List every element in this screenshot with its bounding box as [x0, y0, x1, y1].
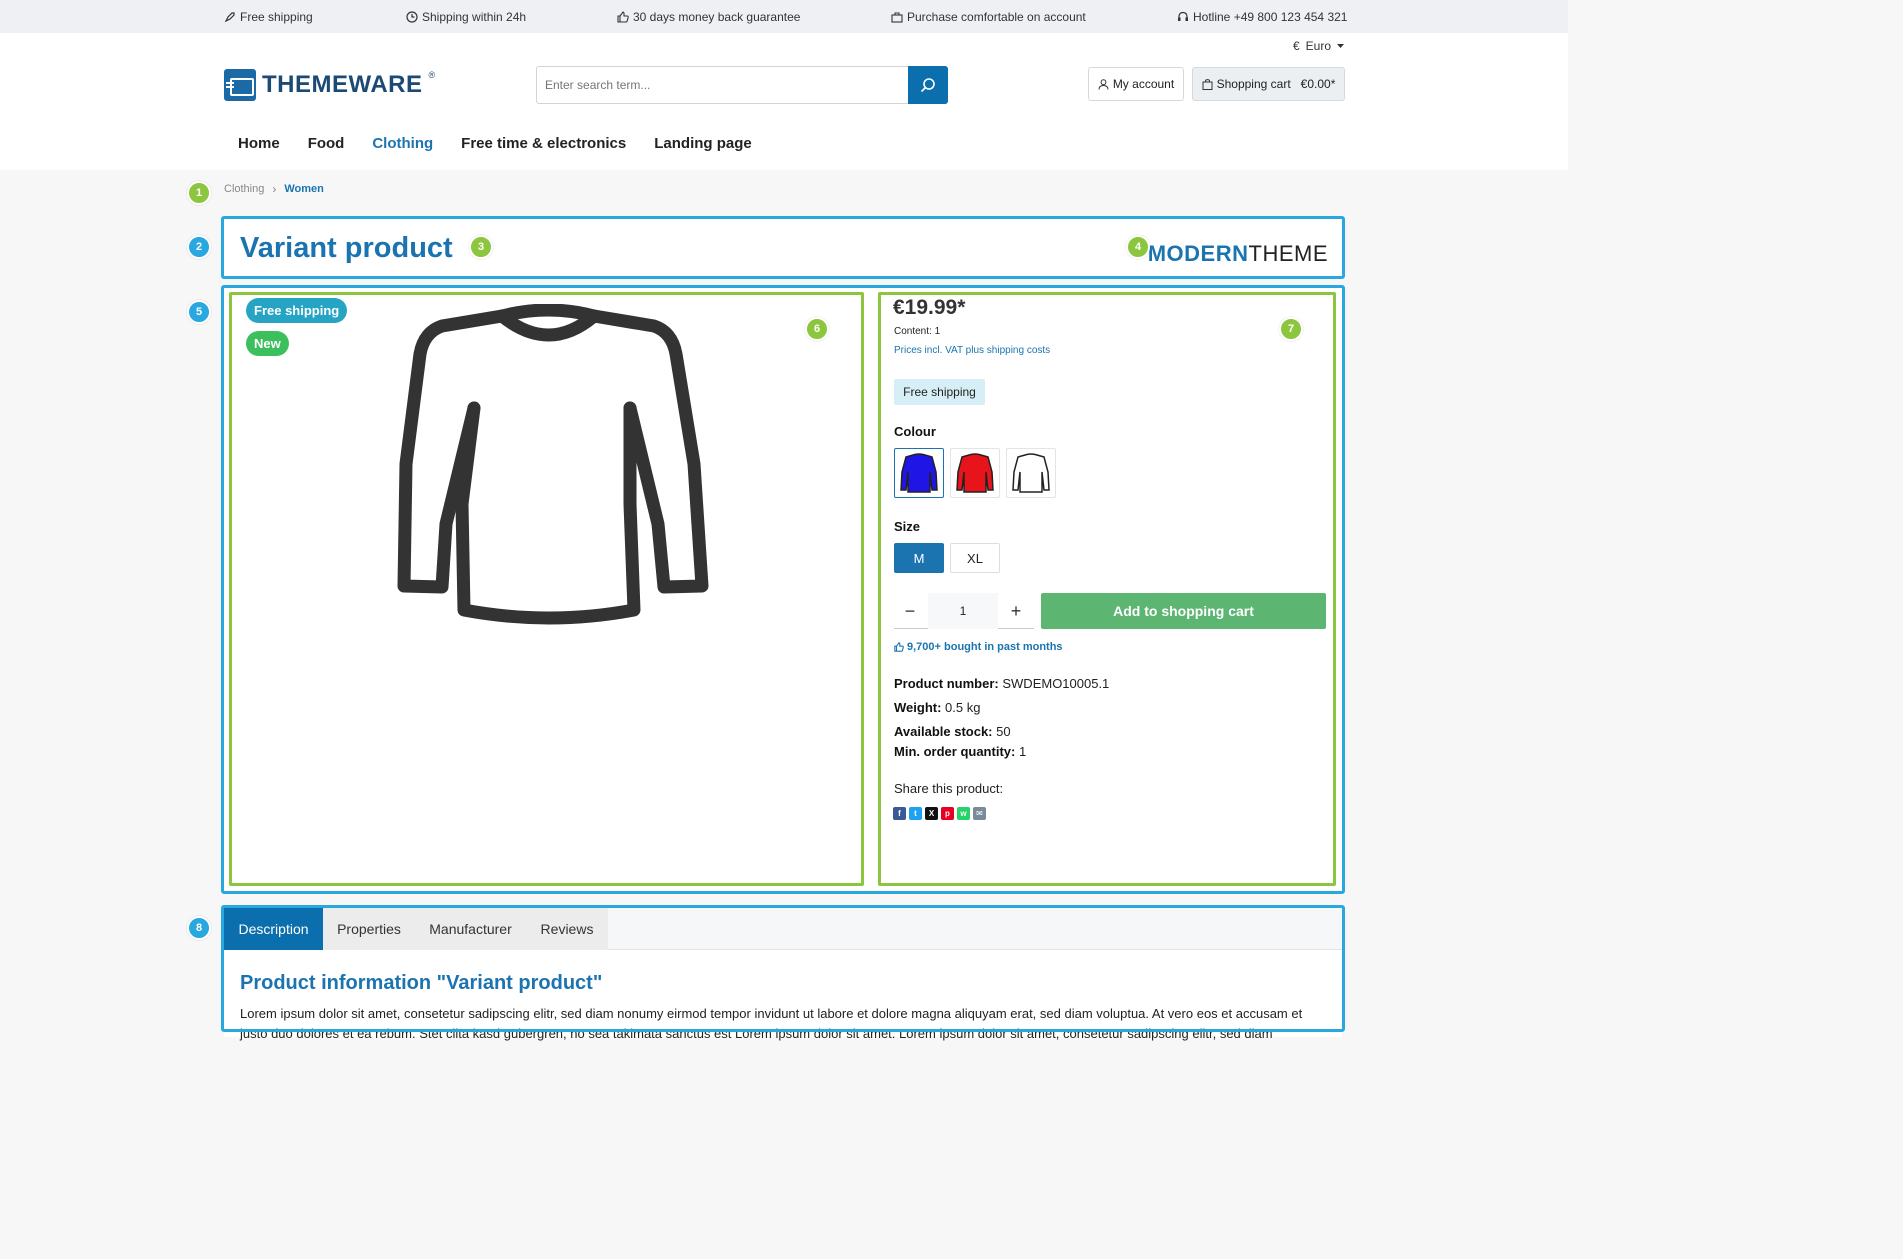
- clock-icon: [406, 11, 418, 23]
- cart-label: Shopping cart: [1216, 77, 1291, 91]
- shopping-bag-icon: [1202, 78, 1213, 90]
- logo-registered: ®: [428, 70, 436, 80]
- usp-label: Hotline +49 800 123 454 321: [1193, 10, 1348, 24]
- logo-text: THEMEWARE: [262, 71, 423, 98]
- annotation-marker-2: 2: [187, 235, 211, 259]
- annotation-marker-7: 7: [1279, 317, 1303, 341]
- usp-label: Free shipping: [240, 10, 313, 24]
- annotation-marker-3: 3: [469, 235, 493, 259]
- usp-hotline: Hotline +49 800 123 454 321: [1177, 10, 1347, 24]
- shopping-cart-button[interactable]: Shopping cart €0.00*: [1192, 67, 1345, 101]
- nav-item-free-time-electronics[interactable]: Free time & electronics: [447, 135, 640, 152]
- nav-item-food[interactable]: Food: [294, 135, 359, 152]
- currency-label: Euro: [1305, 39, 1331, 53]
- search-form: [536, 66, 948, 104]
- annotation-frame-gallery: [229, 292, 864, 886]
- chevron-right-icon: ›: [272, 182, 277, 196]
- caret-down-icon: [1337, 43, 1344, 48]
- usp-purchase-on-account: Purchase comfortable on account: [891, 10, 1086, 24]
- thumbs-up-icon: [617, 11, 629, 23]
- currency-symbol: €: [1292, 39, 1300, 53]
- currency-dropdown[interactable]: € Euro: [1293, 39, 1344, 53]
- main-navigation: Home Food Clothing Free time & electroni…: [224, 135, 766, 152]
- annotation-frame-buybox: [878, 292, 1336, 886]
- search-icon: [920, 78, 935, 93]
- usp-label: Shipping within 24h: [422, 10, 527, 24]
- my-account-label: My account: [1112, 77, 1175, 91]
- cart-total: €0.00*: [1300, 77, 1336, 91]
- annotation-frame-title: [221, 216, 1345, 279]
- breadcrumb-item-clothing[interactable]: Clothing: [224, 183, 264, 195]
- breadcrumb-item-women[interactable]: Women: [284, 183, 324, 195]
- nav-item-landing-page[interactable]: Landing page: [640, 135, 766, 152]
- usp-label: 30 days money back guarantee: [633, 10, 801, 24]
- usp-money-back: 30 days money back guarantee: [617, 10, 800, 24]
- nav-item-home[interactable]: Home: [224, 135, 294, 152]
- usp-free-shipping: Free shipping: [224, 10, 313, 24]
- usp-bar: Free shipping Shipping within 24h 30 day…: [0, 0, 1568, 33]
- annotation-marker-4: 4: [1126, 235, 1150, 259]
- annotation-marker-6: 6: [805, 317, 829, 341]
- nav-item-clothing[interactable]: Clothing: [358, 135, 447, 152]
- user-icon: [1098, 78, 1109, 90]
- annotation-frame-tabs: [221, 905, 1345, 1032]
- search-button[interactable]: [908, 66, 948, 104]
- site-header: € Euro THEMEWARE ® My account Shopping c…: [0, 33, 1568, 170]
- my-account-button[interactable]: My account: [1088, 67, 1184, 101]
- annotation-marker-5: 5: [187, 300, 211, 324]
- usp-shipping-24h: Shipping within 24h: [406, 10, 526, 24]
- usp-label: Purchase comfortable on account: [907, 10, 1086, 24]
- search-input[interactable]: [537, 67, 907, 103]
- logo-mark-icon: [224, 69, 256, 101]
- annotation-marker-8: 8: [187, 916, 211, 940]
- headset-icon: [1178, 11, 1188, 21]
- briefcase-icon: [891, 12, 903, 23]
- breadcrumb: Clothing › Women: [224, 182, 324, 196]
- rocket-icon: [224, 12, 235, 23]
- annotation-marker-1: 1: [187, 181, 211, 205]
- logo[interactable]: THEMEWARE ®: [224, 69, 435, 101]
